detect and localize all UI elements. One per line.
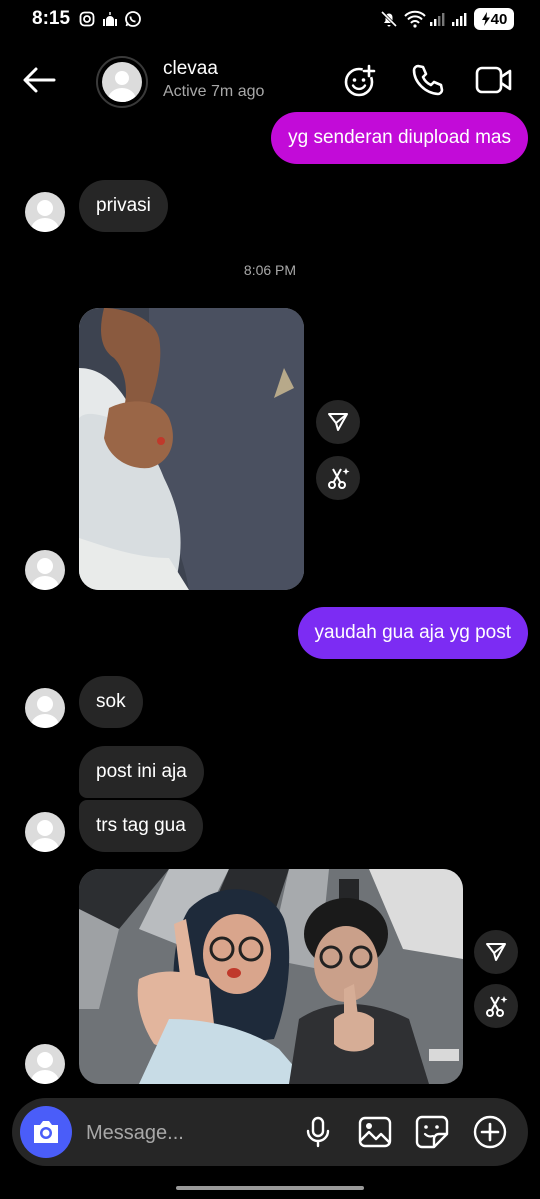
- back-arrow-icon: [23, 67, 56, 93]
- more-options-button[interactable]: [470, 1112, 510, 1152]
- send-icon: [486, 943, 506, 961]
- cutout-sparkle-icon: [328, 468, 350, 489]
- shared-photo[interactable]: [79, 308, 304, 590]
- default-avatar-icon: [102, 62, 142, 102]
- signal-icon-2: [450, 10, 468, 28]
- contact-active-status: Active 7m ago: [163, 83, 265, 100]
- camera-icon: [34, 1121, 58, 1143]
- send-icon: [328, 413, 348, 431]
- battery-indicator: 40: [474, 8, 514, 30]
- add-emoji-icon: [344, 64, 376, 97]
- mute-icon: [380, 10, 398, 28]
- whatsapp-notification-icon: [124, 10, 142, 28]
- sender-avatar[interactable]: [25, 688, 65, 728]
- microphone-icon: [306, 1116, 330, 1148]
- gallery-icon: [358, 1116, 392, 1148]
- video-call-button[interactable]: [474, 60, 514, 100]
- charging-icon: [481, 12, 490, 26]
- mosque-notification-icon: [101, 10, 119, 28]
- wifi-icon: [404, 10, 426, 28]
- sender-avatar[interactable]: [25, 192, 65, 232]
- incoming-message[interactable]: post ini aja: [79, 746, 204, 798]
- phone-icon: [412, 64, 444, 96]
- photo-hands-image: [79, 308, 304, 590]
- status-bar: 8:15 40: [0, 0, 540, 40]
- outgoing-message[interactable]: yaudah gua aja yg post: [297, 607, 528, 659]
- voice-message-button[interactable]: [298, 1112, 338, 1152]
- battery-level: 40: [490, 10, 508, 28]
- message-timestamp: 8:06 PM: [243, 262, 297, 278]
- incoming-message[interactable]: sok: [79, 676, 143, 728]
- photo-selfie-image: [79, 869, 463, 1084]
- cutout-sparkle-icon: [486, 996, 508, 1017]
- status-time: 8:15: [32, 8, 71, 29]
- camera-button[interactable]: [20, 1106, 72, 1158]
- outgoing-message[interactable]: yg senderan diupload mas: [271, 112, 528, 164]
- sender-avatar[interactable]: [25, 812, 65, 852]
- forward-photo-button[interactable]: [316, 400, 360, 444]
- remix-photo-button[interactable]: [474, 984, 518, 1028]
- remix-photo-button[interactable]: [316, 456, 360, 500]
- plus-icon: [473, 1115, 507, 1149]
- signal-icon: [428, 10, 446, 28]
- voice-call-button[interactable]: [407, 60, 447, 100]
- effects-button[interactable]: [340, 60, 380, 100]
- gesture-navigation-bar[interactable]: [176, 1186, 364, 1190]
- instagram-notification-icon: [78, 10, 96, 28]
- gallery-button[interactable]: [355, 1112, 395, 1152]
- contact-name[interactable]: clevaa: [163, 58, 218, 80]
- sticker-icon: [415, 1115, 449, 1149]
- contact-avatar[interactable]: [96, 56, 148, 108]
- sticker-button[interactable]: [412, 1112, 452, 1152]
- incoming-message[interactable]: trs tag gua: [79, 800, 203, 852]
- video-icon: [475, 66, 512, 94]
- sender-avatar[interactable]: [25, 550, 65, 590]
- sender-avatar[interactable]: [25, 1044, 65, 1084]
- incoming-message[interactable]: privasi: [79, 180, 168, 232]
- shared-photo[interactable]: [79, 869, 463, 1084]
- message-input[interactable]: [84, 1116, 288, 1150]
- back-button[interactable]: [20, 60, 60, 100]
- forward-photo-button[interactable]: [474, 930, 518, 974]
